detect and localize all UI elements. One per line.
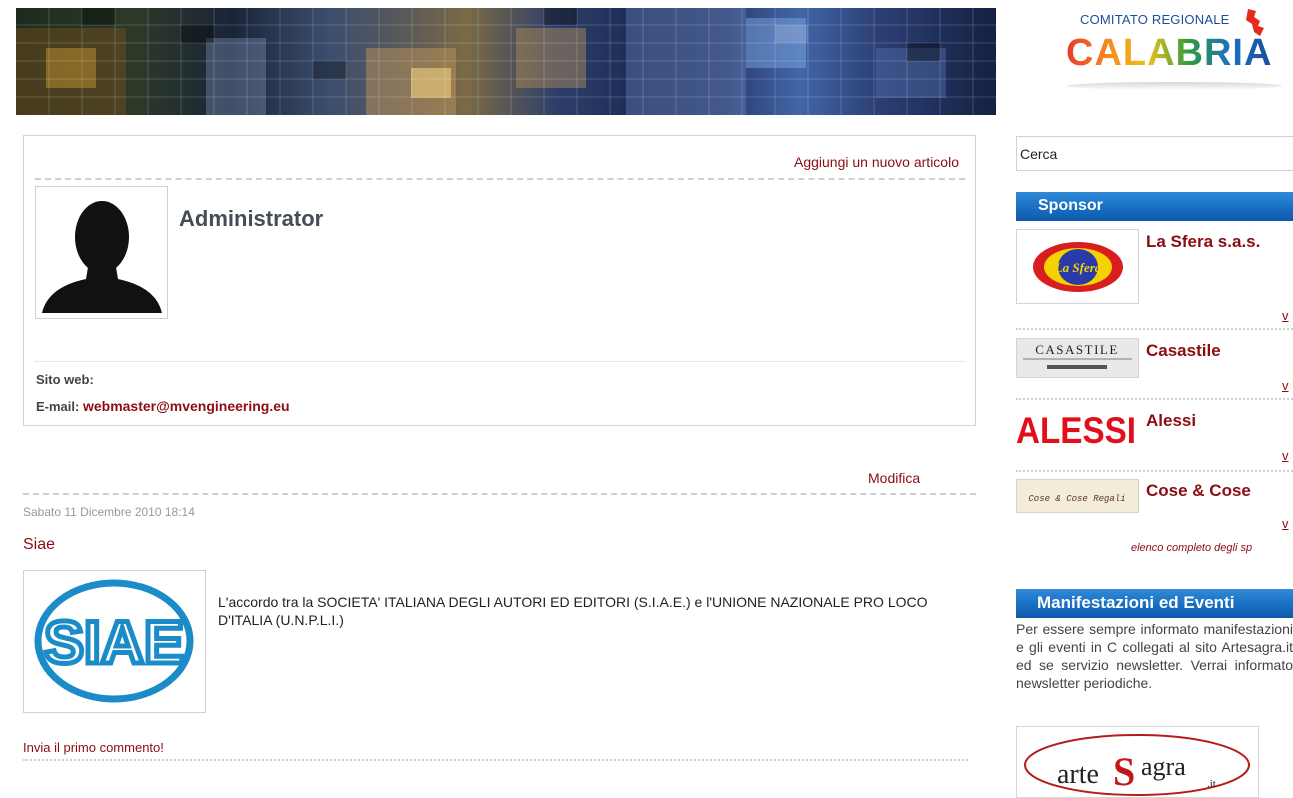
logo-title: CALABRIA <box>1066 32 1272 75</box>
calabria-region-icon <box>1246 9 1264 36</box>
alessi-logo: ALESSI <box>1016 410 1136 447</box>
search-input[interactable] <box>1016 136 1293 171</box>
email-row: E-mail: webmaster@mvengineering.eu <box>36 398 290 414</box>
la-sfera-logo-text: La Sfera <box>1054 260 1102 275</box>
sponsor-heading: Sponsor <box>1016 192 1293 221</box>
divider <box>35 178 965 180</box>
siae-logo-text: SIAE <box>44 609 184 676</box>
siae-logo: SIAE <box>34 579 194 703</box>
cose-cose-logo-text: Cose & Cose Regali <box>1028 494 1125 504</box>
all-sponsors-link[interactable]: elenco completo degli sp <box>1131 542 1252 554</box>
divider <box>1016 470 1293 472</box>
artesagra-logo-agra: agra <box>1141 752 1186 781</box>
divider <box>1016 398 1293 400</box>
sponsor-heading-label: Sponsor <box>1038 197 1103 214</box>
logo-subtitle: COMITATO REGIONALE <box>1080 12 1230 27</box>
logo-shadow <box>1066 82 1282 90</box>
divider <box>1016 328 1293 330</box>
article-summary: L'accordo tra la SOCIETA' ITALIANA DEGLI… <box>218 594 928 628</box>
sponsor-link-cose-cose[interactable]: Cose & Cose <box>1146 481 1251 501</box>
artesagra-logo: arte S agra .it <box>1024 734 1250 796</box>
email-link[interactable]: webmaster@mvengineering.eu <box>83 398 290 414</box>
user-silhouette-icon <box>42 201 162 313</box>
sponsor-logo-la-sfera[interactable]: La Sfera <box>1016 229 1139 304</box>
edit-article-link[interactable]: Modifica <box>868 470 920 486</box>
avatar <box>35 186 168 319</box>
header-banner-image <box>16 8 996 115</box>
divider <box>23 759 968 761</box>
casastile-logo-text: CASASTILE <box>1035 342 1119 357</box>
sponsor-link-la-sfera[interactable]: La Sfera s.a.s. <box>1146 232 1260 252</box>
sponsor-logo-alessi[interactable]: ALESSI <box>1016 408 1137 447</box>
sponsor-more-link[interactable]: v <box>1282 448 1289 463</box>
site-logo[interactable]: COMITATO REGIONALE CALABRIA <box>1066 8 1282 90</box>
sponsor-logo-casastile[interactable]: CASASTILE <box>1016 338 1139 378</box>
events-heading: Manifestazioni ed Eventi <box>1016 589 1293 618</box>
artesagra-logo-it: .it <box>1207 778 1216 790</box>
events-description: Per essere sempre informato manifestazio… <box>1016 621 1293 691</box>
website-label: Sito web: <box>36 372 94 387</box>
cose-cose-logo: Cose & Cose Regali <box>1017 480 1138 512</box>
logo-title-text: CALABRIA <box>1066 32 1273 74</box>
article-image[interactable]: SIAE <box>23 570 206 713</box>
events-heading-label: Manifestazioni ed Eventi <box>1037 593 1235 612</box>
article-title-link[interactable]: Siae <box>23 536 55 554</box>
divider <box>23 493 976 495</box>
artesagra-banner[interactable]: arte S agra .it <box>1016 726 1259 798</box>
author-profile-box: Aggiungi un nuovo articolo Administrator… <box>23 135 976 426</box>
sponsor-link-casastile[interactable]: Casastile <box>1146 341 1221 361</box>
la-sfera-logo: La Sfera <box>1033 242 1123 292</box>
artesagra-logo-s: S <box>1113 749 1135 794</box>
sponsor-more-link[interactable]: v <box>1282 378 1289 393</box>
banner-mosaic <box>16 8 996 115</box>
article-date: Sabato 11 Dicembre 2010 18:14 <box>23 505 195 519</box>
sponsor-more-link[interactable]: v <box>1282 308 1289 323</box>
alessi-logo-text: ALESSI <box>1016 410 1136 447</box>
divider <box>35 361 965 362</box>
first-comment-link[interactable]: Invia il primo commento! <box>23 740 164 755</box>
author-name: Administrator <box>179 206 324 231</box>
casastile-logo: CASASTILE <box>1017 339 1138 377</box>
sponsor-logo-cose-cose[interactable]: Cose & Cose Regali <box>1016 479 1139 513</box>
sponsor-link-alessi[interactable]: Alessi <box>1146 411 1196 431</box>
add-article-link[interactable]: Aggiungi un nuovo articolo <box>794 154 959 170</box>
email-label: E-mail: <box>36 399 80 414</box>
sponsor-more-link[interactable]: v <box>1282 516 1289 531</box>
artesagra-logo-arte: arte <box>1057 759 1099 790</box>
